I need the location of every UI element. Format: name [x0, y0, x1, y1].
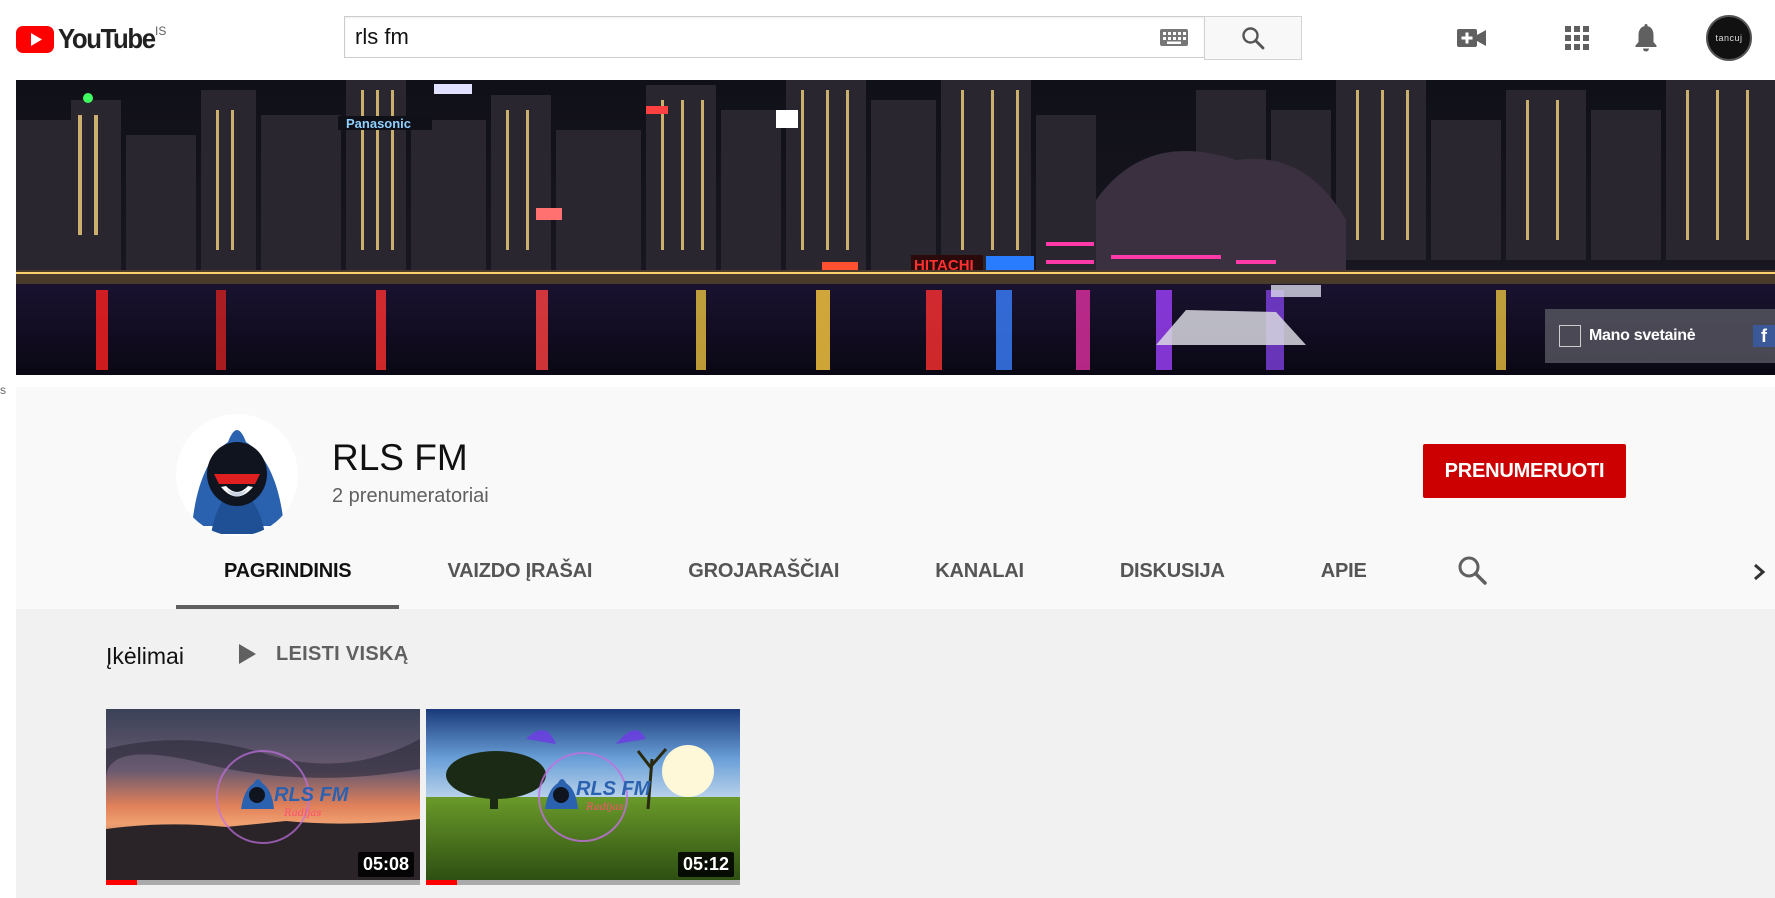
notifications-button[interactable] — [1626, 18, 1666, 58]
subscribe-button[interactable]: PRENUMERUOTI — [1423, 444, 1626, 498]
chevron-right-icon[interactable] — [1747, 555, 1771, 589]
video-duration: 05:08 — [357, 852, 414, 877]
youtube-play-icon — [16, 26, 54, 53]
hooded-figure-icon — [192, 430, 284, 534]
channel-header: RLS FM 2 prenumeratoriai PRENUMERUOTI PA… — [16, 387, 1775, 609]
thumbnail-logo-sub: Radijas — [283, 808, 322, 819]
banner-sign-panasonic: Panasonic — [346, 116, 411, 131]
watch-progress-fill — [426, 880, 458, 885]
website-link[interactable]: Mano svetainė — [1589, 327, 1696, 345]
tab-apie[interactable]: APIE — [1273, 533, 1415, 609]
bell-icon — [1635, 24, 1657, 52]
website-link-icon[interactable] — [1559, 325, 1581, 347]
banner-links: Mano svetainė f — [1545, 309, 1775, 363]
avatar-text: tancuj — [1715, 33, 1743, 43]
country-code: IS — [155, 24, 167, 38]
logo-wordmark: YouTube — [58, 23, 156, 54]
channel-name: RLS FM — [332, 437, 468, 478]
play-all-label: LEISTI VISKĄ — [276, 642, 409, 665]
play-icon — [239, 644, 256, 664]
youtube-logo[interactable]: YouTube IS — [16, 22, 167, 56]
tab-kanalai[interactable]: KANALAI — [887, 533, 1072, 609]
banner-image: Panasonic HITACHI — [16, 80, 1775, 375]
video-duration: 05:12 — [677, 852, 734, 877]
video-camera-plus-icon — [1457, 29, 1486, 47]
edge-text: s — [0, 383, 6, 397]
thumbnail-logo-sub: Radijas — [585, 802, 624, 813]
apps-grid-icon — [1565, 26, 1589, 50]
watch-progress — [106, 880, 420, 885]
subscriber-count: 2 prenumeratoriai — [332, 485, 489, 507]
tab-vaizdo-irasai[interactable]: VAIZDO ĮRAŠAI — [399, 533, 640, 609]
channel-avatar[interactable] — [176, 414, 298, 536]
masthead: YouTube IS rls fm tancuj — [0, 0, 1775, 80]
keyboard-icon[interactable] — [1160, 29, 1188, 46]
search-bar — [344, 16, 1302, 60]
channel-banner: Panasonic HITACHI Mano svetainė f — [16, 80, 1775, 375]
play-all-button[interactable]: LEISTI VISKĄ — [236, 641, 409, 667]
search-button[interactable] — [1204, 16, 1302, 60]
watch-progress-fill — [106, 880, 138, 885]
channel-search-icon[interactable] — [1456, 554, 1490, 588]
video-thumbnail-2[interactable]: RLS FM Radijas 05:12 — [426, 709, 740, 885]
search-box — [344, 16, 1204, 58]
section-title: Įkėlimai — [106, 643, 184, 669]
channel-tabs: PAGRINDINIS VAIZDO ĮRAŠAI GROJARAŠČIAI K… — [176, 533, 1415, 609]
search-input[interactable] — [345, 17, 1164, 57]
tab-pagrindinis[interactable]: PAGRINDINIS — [176, 533, 400, 609]
upload-button[interactable] — [1452, 18, 1492, 58]
account-avatar[interactable]: tancuj — [1706, 15, 1752, 61]
uploads-section: Įkėlimai LEISTI VISKĄ RLS FM Radijas 05:… — [16, 609, 1775, 898]
thumbnail-logo-text: RLS FM — [274, 784, 350, 806]
thumbnail-logo-text: RLS FM — [576, 778, 652, 800]
watch-progress — [426, 880, 740, 885]
facebook-icon[interactable]: f — [1753, 325, 1775, 347]
search-icon — [1242, 27, 1265, 50]
video-thumbnail-1[interactable]: RLS FM Radijas 05:08 — [106, 709, 420, 885]
apps-button[interactable] — [1557, 18, 1597, 58]
tab-diskusija[interactable]: DISKUSIJA — [1072, 533, 1273, 609]
tab-grojarasciai[interactable]: GROJARAŠČIAI — [640, 533, 887, 609]
